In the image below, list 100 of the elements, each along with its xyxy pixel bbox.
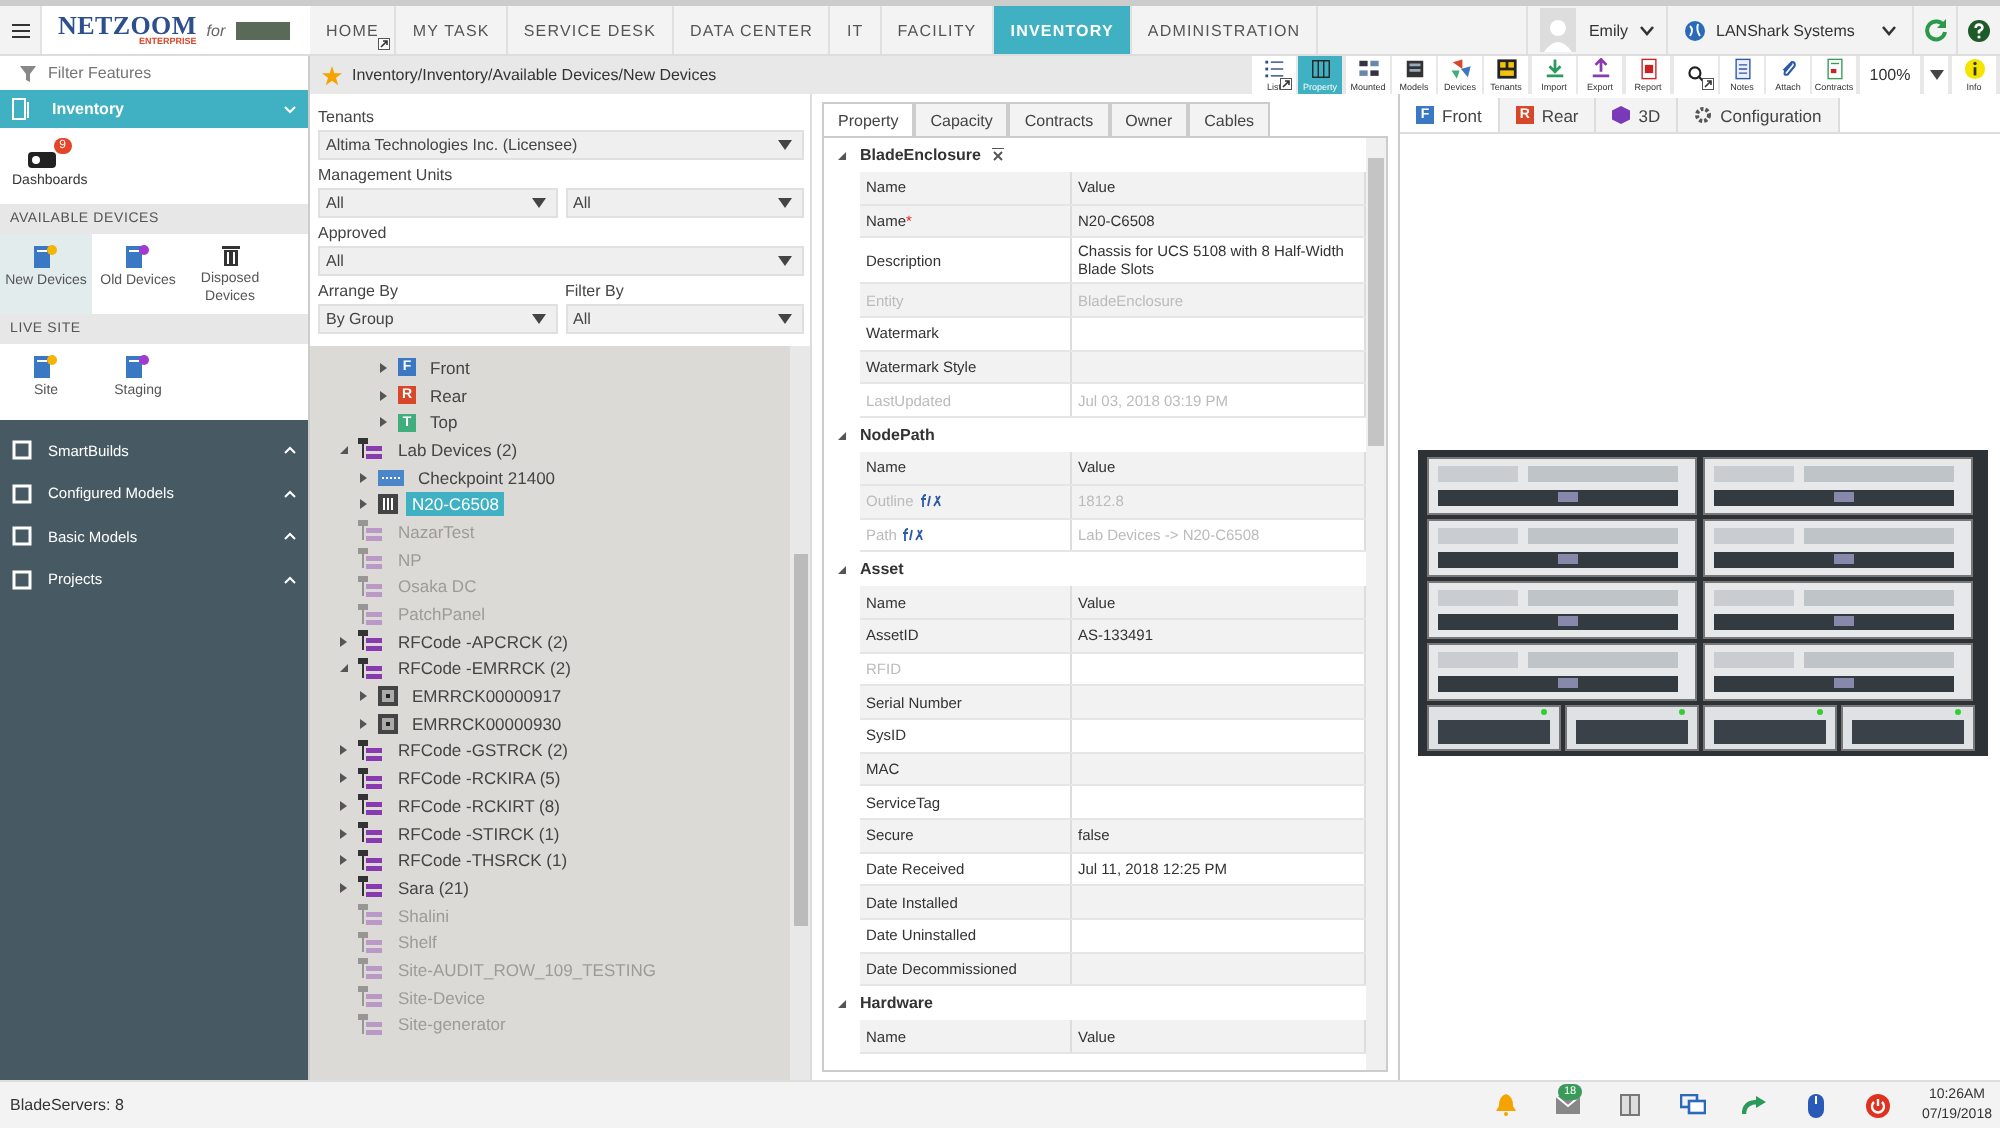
collapse-arrow-icon[interactable]	[338, 662, 350, 675]
tree-item[interactable]: RFCode -STIRCK (1)	[392, 821, 566, 846]
group-icon	[358, 438, 384, 461]
expand-arrow-icon[interactable]	[338, 827, 350, 840]
tree-item[interactable]: RFCode -THSRCK (1)	[392, 848, 574, 873]
chevron-up-icon[interactable]	[284, 575, 296, 584]
collapse-all-icon[interactable]	[992, 147, 1005, 163]
chevron-up-icon[interactable]	[284, 489, 296, 498]
module-icon	[12, 483, 32, 504]
expand-arrow-icon[interactable]	[378, 361, 390, 374]
expand-arrow-icon[interactable]	[358, 471, 370, 484]
expand-arrow-icon[interactable]	[338, 854, 350, 867]
expand-arrow-icon[interactable]	[358, 690, 370, 703]
tree-item[interactable]: RFCode -RCKIRT (8)	[392, 793, 566, 818]
tree-item[interactable]: Sara (21)	[392, 875, 475, 900]
collapse-arrow-icon[interactable]	[836, 997, 848, 1010]
organization-name[interactable]: LANShark Systems	[1716, 21, 1872, 39]
group-icon	[358, 931, 384, 954]
toolbar-button[interactable]	[1674, 56, 1718, 94]
expand-arrow-icon[interactable]	[338, 772, 350, 785]
tree-item[interactable]: Lab Devices (2)	[392, 437, 524, 462]
for-label: for	[206, 21, 226, 39]
device-icon	[126, 354, 150, 379]
management-unit-dropdown[interactable]: All	[565, 188, 804, 218]
power-icon[interactable]	[1866, 1093, 1891, 1117]
expand-arrow-icon[interactable]	[358, 717, 370, 730]
panel-icon[interactable]	[1620, 1094, 1641, 1116]
group-icon	[358, 876, 384, 899]
group-icon	[358, 1013, 384, 1036]
mouse-icon[interactable]	[1808, 1093, 1825, 1117]
tenants-dropdown[interactable]: Altima Technologies Inc. (Licensee)	[318, 130, 804, 160]
tree-item[interactable]: Front	[424, 355, 476, 380]
property-tab[interactable]: Property	[822, 102, 915, 136]
tree-item[interactable]: Top	[424, 410, 464, 435]
property-tab[interactable]: Contracts	[1008, 102, 1110, 136]
section-title: Asset	[860, 560, 904, 579]
group-icon	[358, 904, 384, 927]
tree-item[interactable]: Rear	[424, 383, 473, 408]
menu-corner-icon[interactable]	[1280, 78, 1292, 90]
collapse-arrow-icon[interactable]	[836, 563, 848, 576]
field-label: Arrange By	[318, 280, 401, 304]
group-icon	[358, 958, 384, 981]
section-title: NodePath	[860, 426, 935, 445]
tree-item[interactable]: RFCode -RCKIRA (5)	[392, 766, 567, 791]
dropdown-caret-icon	[1929, 70, 1943, 80]
tree-item[interactable]: Checkpoint 21400	[412, 465, 562, 490]
device-icon	[34, 244, 58, 268]
tree-item[interactable]: RFCode -GSTRCK (2)	[392, 738, 575, 763]
expand-arrow-icon[interactable]	[338, 635, 350, 648]
module-title: Inventory	[52, 100, 127, 118]
expand-arrow-icon[interactable]	[338, 744, 350, 757]
collapse-arrow-icon[interactable]	[338, 443, 350, 456]
dropdown-caret-icon	[778, 198, 792, 208]
photo-placeholder	[235, 21, 290, 39]
zoom-level[interactable]: 100%	[1860, 56, 1920, 94]
refresh-icon[interactable]	[1923, 18, 1947, 42]
menu-icon[interactable]	[11, 23, 29, 37]
arrange-by-dropdown[interactable]: By Group	[318, 304, 557, 334]
scrollbar[interactable]	[790, 346, 810, 1080]
cube-icon	[1612, 106, 1631, 124]
property-tab[interactable]: Owner	[1109, 102, 1189, 136]
help-icon[interactable]	[1968, 19, 1990, 41]
collapse-arrow-icon[interactable]	[836, 429, 848, 442]
redo-arrow-icon[interactable]	[1742, 1096, 1767, 1114]
dropdown-button[interactable]	[1924, 56, 1948, 94]
list-icon	[1263, 58, 1285, 80]
chevron-down-icon[interactable]	[1640, 25, 1654, 35]
expand-arrow-icon[interactable]	[378, 416, 390, 429]
expand-arrow-icon[interactable]	[358, 498, 370, 511]
shapes-icon	[1449, 58, 1471, 80]
menu-corner-icon[interactable]	[1702, 78, 1714, 90]
group-icon	[358, 739, 384, 762]
server-icon	[1403, 58, 1425, 80]
expand-arrow-icon[interactable]	[338, 881, 350, 894]
property-tab[interactable]: Cables	[1188, 102, 1271, 136]
monitors-icon[interactable]	[1679, 1094, 1706, 1116]
collapse-arrow-icon[interactable]	[836, 149, 848, 161]
user-name[interactable]: Emily	[1588, 21, 1628, 39]
expand-arrow-icon[interactable]	[378, 389, 390, 402]
chevron-up-icon[interactable]	[284, 446, 296, 455]
tree-item[interactable]: RFCode -APCRCK (2)	[392, 629, 575, 654]
filter-by-dropdown[interactable]: All	[565, 304, 804, 334]
formula-icon	[919, 494, 942, 509]
expand-arrow-icon[interactable]	[338, 799, 350, 812]
dropdown-caret-icon	[531, 198, 545, 208]
management-unit-dropdown[interactable]: All	[318, 188, 557, 218]
property-tab[interactable]: Capacity	[914, 102, 1009, 136]
tree-item[interactable]: EMRRCK00000930	[406, 711, 568, 736]
star-icon[interactable]	[322, 65, 342, 85]
tree-item[interactable]: EMRRCK00000917	[406, 684, 568, 709]
menu-corner-icon[interactable]	[378, 38, 391, 50]
chevron-down-icon[interactable]	[1882, 25, 1896, 35]
breadcrumb: Inventory/Inventory/Available Devices/New Devices	[352, 66, 717, 84]
approved-dropdown[interactable]: All	[318, 246, 804, 276]
view-tab[interactable]: 3D	[1596, 98, 1679, 132]
blade-chassis-drawing[interactable]	[1418, 450, 1988, 756]
chevron-up-icon[interactable]	[284, 532, 296, 541]
view-tab[interactable]: Configuration	[1678, 98, 1840, 132]
scrollbar[interactable]	[1366, 138, 1386, 1070]
tree-item[interactable]: RFCode -EMRRCK (2)	[392, 656, 577, 681]
